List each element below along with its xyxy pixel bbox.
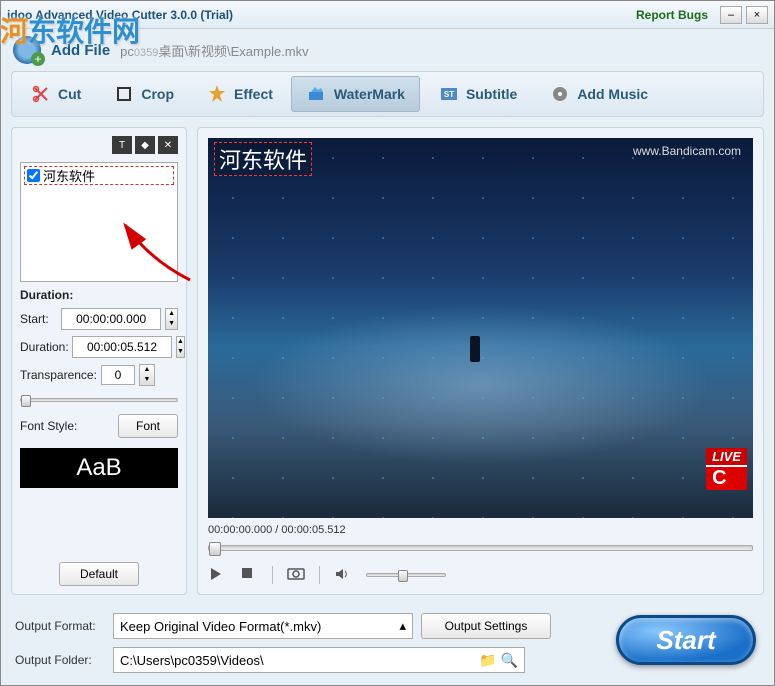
preview-panel: 河东软件 www.Bandicam.com LIVE C 00:00:00.00… [197, 127, 764, 595]
minimize-button[interactable]: – [720, 6, 742, 24]
transparence-slider[interactable] [20, 392, 178, 408]
output-format-label: Output Format: [15, 619, 105, 633]
watermark-panel: T ◆ ✕ Duration: Start: ▲▼ Duration: ▲▼ [11, 127, 187, 595]
watermark-icon [306, 83, 328, 105]
duration-heading: Duration: [20, 288, 178, 302]
crop-icon [113, 83, 135, 105]
tab-crop[interactable]: Crop [99, 76, 188, 112]
time-readout: 00:00:00.000 / 00:00:05.512 [208, 524, 753, 536]
snapshot-button[interactable] [287, 566, 305, 584]
chevron-up-icon: ▴ [399, 618, 406, 634]
app-window: idoo Advanced Video Cutter 3.0.0 (Trial)… [0, 0, 775, 686]
transparence-label: Transparence: [20, 368, 97, 382]
svg-text:ST: ST [444, 90, 454, 99]
watermark-list [20, 162, 178, 282]
start-spinner[interactable]: ▲▼ [165, 308, 178, 330]
duration-spinner[interactable]: ▲▼ [176, 336, 185, 358]
volume-slider[interactable] [366, 567, 446, 583]
star-icon [206, 83, 228, 105]
music-icon [549, 83, 571, 105]
output-bar: Output Format: Keep Original Video Forma… [1, 605, 774, 685]
wm-tool-text[interactable]: T [112, 136, 132, 154]
tool-tabs: Cut Crop Effect WaterMark ST Subtitle Ad… [11, 71, 764, 117]
search-folder-icon[interactable]: 🔍 [501, 652, 518, 669]
output-folder-input[interactable]: C:\Users\pc0359\Videos\ 📁 🔍 [113, 647, 525, 673]
font-button[interactable]: Font [118, 414, 178, 438]
watermark-checkbox[interactable] [27, 169, 40, 182]
duration-input[interactable] [72, 336, 172, 358]
folder-icon[interactable]: 📁 [479, 652, 496, 669]
video-preview[interactable]: 河东软件 www.Bandicam.com LIVE C [208, 138, 753, 518]
scissors-icon [30, 83, 52, 105]
play-button[interactable] [208, 566, 226, 584]
subtitle-icon: ST [438, 83, 460, 105]
volume-icon[interactable] [334, 566, 352, 584]
wm-tool-image[interactable]: ◆ [135, 136, 155, 154]
tab-watermark[interactable]: WaterMark [291, 76, 420, 112]
fontstyle-label: Font Style: [20, 419, 77, 433]
live-badge: LIVE C [706, 448, 747, 490]
seek-slider[interactable] [208, 540, 753, 556]
duration-label: Duration: [20, 340, 68, 354]
start-button[interactable]: Start [616, 615, 756, 665]
stop-button[interactable] [240, 566, 258, 584]
watermark-overlay[interactable]: 河东软件 [214, 142, 312, 176]
default-button[interactable]: Default [59, 562, 139, 586]
tab-effect[interactable]: Effect [192, 76, 287, 112]
transparence-input[interactable] [101, 365, 135, 385]
site-logo-overlay: 河河东软件网东软件网 [0, 10, 140, 50]
report-bugs-link[interactable]: Report Bugs [636, 8, 708, 22]
tab-subtitle[interactable]: ST Subtitle [424, 76, 531, 112]
wm-tool-delete[interactable]: ✕ [158, 136, 178, 154]
font-preview: AaB [20, 448, 178, 488]
transparence-spinner[interactable]: ▲▼ [139, 364, 155, 386]
bandicam-watermark: www.Bandicam.com [633, 144, 741, 158]
start-time-input[interactable] [61, 308, 161, 330]
output-settings-button[interactable]: Output Settings [421, 613, 551, 639]
watermark-item[interactable] [24, 166, 174, 185]
watermark-text-input[interactable] [43, 168, 163, 183]
tab-cut[interactable]: Cut [16, 76, 95, 112]
close-button[interactable]: × [746, 6, 768, 24]
output-format-select[interactable]: Keep Original Video Format(*.mkv) ▴ [113, 613, 413, 639]
start-label: Start: [20, 312, 57, 326]
output-folder-label: Output Folder: [15, 653, 105, 667]
tab-addmusic[interactable]: Add Music [535, 76, 662, 112]
file-path: pc0359桌面\新视频\Example.mkv [120, 41, 308, 60]
